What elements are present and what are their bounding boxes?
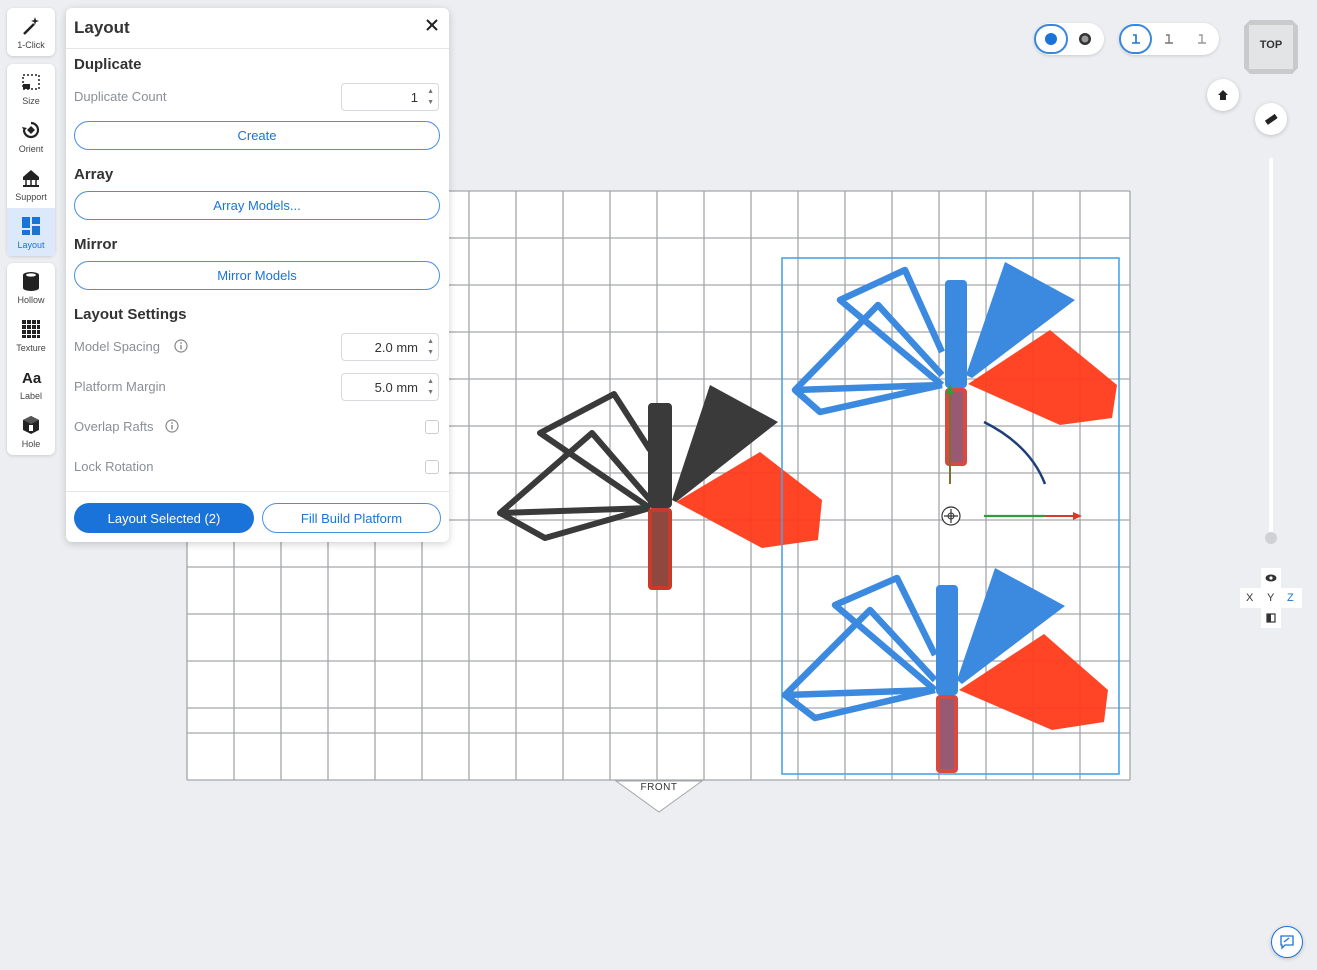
axis-z-button[interactable]: Z bbox=[1287, 592, 1294, 604]
platform-margin-label: Platform Margin bbox=[74, 379, 166, 394]
axis-view-control: X Y Z bbox=[1240, 568, 1302, 628]
front-label: FRONT bbox=[640, 782, 678, 793]
info-icon[interactable] bbox=[174, 339, 188, 353]
layer-slider[interactable] bbox=[1265, 158, 1277, 546]
fill-build-platform-button[interactable]: Fill Build Platform bbox=[262, 503, 441, 533]
model-spacing-label: Model Spacing bbox=[74, 339, 160, 354]
axis-x-button[interactable]: X bbox=[1246, 592, 1253, 604]
create-button[interactable]: Create bbox=[74, 121, 440, 150]
support-view-2-button[interactable] bbox=[1152, 24, 1185, 54]
layout-selected-button[interactable]: Layout Selected (2) bbox=[74, 503, 254, 533]
view-cube[interactable]: TOP bbox=[1242, 18, 1300, 76]
close-icon[interactable] bbox=[423, 16, 441, 34]
feedback-icon bbox=[1280, 935, 1294, 950]
model-spacing-value: 2.0 mm bbox=[374, 340, 418, 355]
measure-button[interactable] bbox=[1255, 103, 1287, 135]
duplicate-count-value: 1 bbox=[410, 90, 418, 105]
platform-margin-value: 5.0 mm bbox=[374, 380, 418, 395]
axis-y-button[interactable]: Y bbox=[1267, 592, 1274, 604]
mirror-models-button[interactable]: Mirror Models bbox=[74, 261, 440, 290]
ruler-icon bbox=[1264, 113, 1278, 125]
array-models-button[interactable]: Array Models... bbox=[74, 191, 440, 220]
layer-slider-track bbox=[1269, 158, 1273, 538]
xray-view-button[interactable] bbox=[1068, 24, 1102, 54]
home-icon bbox=[1218, 90, 1228, 100]
stepper-arrows-icon[interactable]: ▲ ▼ bbox=[427, 376, 434, 398]
layout-settings-title: Layout Settings bbox=[74, 306, 187, 323]
render-mode-toggle bbox=[1034, 23, 1104, 55]
view-cube-label: TOP bbox=[1259, 39, 1283, 51]
eye-icon[interactable] bbox=[1265, 573, 1277, 583]
duplicate-section-title: Duplicate bbox=[74, 56, 142, 73]
panel-title: Layout bbox=[74, 18, 130, 37]
support-view-1-button[interactable] bbox=[1119, 24, 1153, 54]
panel-header: Layout bbox=[66, 8, 449, 49]
layer-slider-handle[interactable] bbox=[1265, 532, 1277, 544]
solid-view-button[interactable] bbox=[1034, 24, 1068, 54]
lock-rotation-label: Lock Rotation bbox=[74, 459, 154, 474]
model-spacing-stepper[interactable]: 2.0 mm ▲ ▼ bbox=[341, 333, 439, 361]
side-view-icon[interactable] bbox=[1266, 613, 1276, 623]
mirror-section-title: Mirror bbox=[74, 236, 118, 253]
support-view-3-button[interactable] bbox=[1186, 24, 1219, 54]
platform-margin-stepper[interactable]: 5.0 mm ▲ ▼ bbox=[341, 373, 439, 401]
support-view-icon bbox=[1131, 34, 1140, 44]
lock-rotation-checkbox[interactable] bbox=[425, 460, 439, 474]
overlap-rafts-label: Overlap Rafts bbox=[74, 419, 154, 434]
stepper-arrows-icon[interactable]: ▲ ▼ bbox=[427, 86, 434, 108]
array-section-title: Array bbox=[74, 166, 114, 183]
home-view-button[interactable] bbox=[1207, 79, 1239, 111]
overlap-rafts-checkbox[interactable] bbox=[425, 420, 439, 434]
support-view-icon bbox=[1165, 34, 1174, 44]
feedback-button[interactable] bbox=[1271, 926, 1303, 958]
support-view-icon bbox=[1198, 34, 1207, 44]
info-icon[interactable] bbox=[165, 419, 179, 433]
xray-sphere-icon bbox=[1079, 33, 1091, 45]
support-view-toggle bbox=[1119, 23, 1219, 55]
layout-panel: Layout Duplicate Duplicate Count 1 ▲ ▼ Cr… bbox=[66, 8, 449, 542]
panel-footer-divider bbox=[66, 491, 449, 492]
duplicate-count-label: Duplicate Count bbox=[74, 89, 167, 104]
solid-sphere-icon bbox=[1045, 33, 1057, 45]
duplicate-count-stepper[interactable]: 1 ▲ ▼ bbox=[341, 83, 439, 111]
stepper-arrows-icon[interactable]: ▲ ▼ bbox=[427, 336, 434, 358]
